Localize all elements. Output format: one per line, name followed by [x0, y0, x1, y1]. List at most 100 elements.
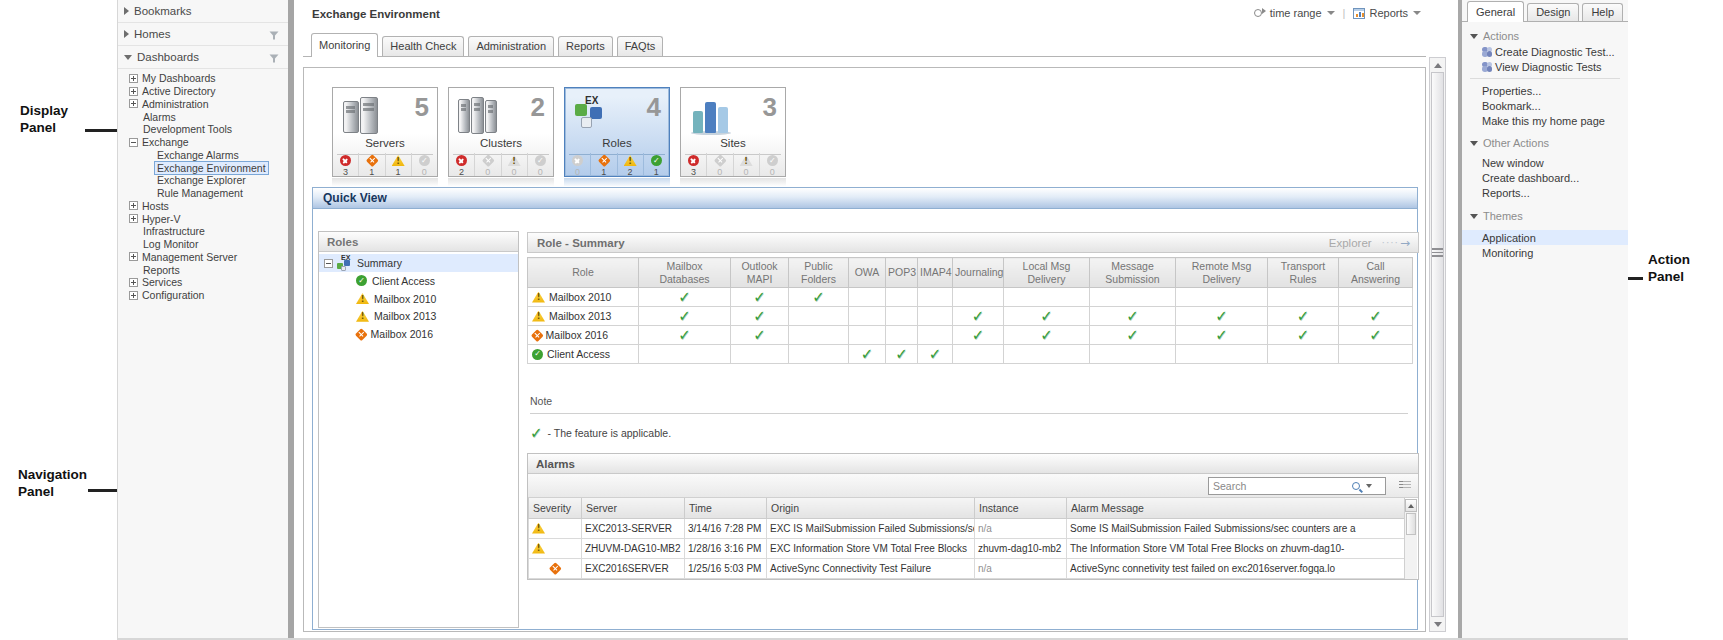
tile-clusters[interactable]: 2 Clusters 2 0 0 0	[448, 87, 554, 177]
expand-icon[interactable]	[129, 74, 138, 83]
theme-application[interactable]: Application	[1462, 230, 1628, 245]
alarms-scrollbar[interactable]	[1404, 499, 1417, 579]
tile-state-warning[interactable]: 0	[502, 153, 528, 176]
roles-tree-item-summary[interactable]: EX Summary	[319, 254, 518, 272]
splitter-grip-icon[interactable]	[1432, 248, 1443, 259]
scroll-thumb[interactable]	[1406, 513, 1416, 535]
roles-tree-item-client-access[interactable]: Client Access	[319, 272, 518, 290]
role-row-mailbox-2010[interactable]: Mailbox 2010	[528, 288, 1413, 307]
scroll-up-icon[interactable]	[1431, 59, 1444, 71]
tile-state-fatal[interactable]: 3	[333, 153, 359, 176]
tile-state-warning[interactable]: 1	[386, 153, 412, 176]
column-origin[interactable]: Origin	[767, 498, 975, 518]
scroll-thumb[interactable]	[1431, 72, 1444, 617]
column-severity[interactable]: Severity	[529, 498, 582, 518]
nav-item-active-directory[interactable]: Active Directory	[118, 85, 288, 98]
section-other-actions[interactable]: Other Actions	[1470, 137, 1628, 149]
main-scrollbar[interactable]	[1429, 57, 1446, 632]
expand-icon[interactable]	[129, 87, 138, 96]
role-row-mailbox-2013[interactable]: Mailbox 2013	[528, 307, 1413, 326]
alarm-row[interactable]: ZHUVM-DAG10-MB2 1/28/16 3:16 PM EXC Info…	[529, 538, 1405, 558]
expand-icon[interactable]	[129, 278, 138, 287]
customize-columns-icon[interactable]	[1399, 481, 1411, 491]
roles-tree-item-mailbox-2013[interactable]: Mailbox 2013	[319, 307, 518, 325]
tile-state-critical[interactable]: 1	[359, 153, 385, 176]
scroll-up-icon[interactable]	[1405, 499, 1417, 512]
reports-caret-icon[interactable]	[1413, 11, 1421, 15]
nav-item-reports[interactable]: Reports	[118, 263, 288, 276]
nav-item-log-monitor[interactable]: Log Monitor	[118, 238, 288, 251]
section-themes[interactable]: Themes	[1470, 210, 1628, 222]
expand-icon[interactable]	[129, 291, 138, 300]
column-instance[interactable]: Instance	[975, 498, 1067, 518]
tile-state-fatal[interactable]: 3	[681, 153, 707, 176]
tab-help[interactable]: Help	[1582, 3, 1623, 21]
tab-administration[interactable]: Administration	[468, 36, 554, 56]
scroll-down-icon[interactable]	[1431, 618, 1444, 630]
roles-tree-item-mailbox-2016[interactable]: Mailbox 2016	[319, 325, 518, 343]
alarm-row[interactable]: EXC2013-SERVER 3/14/16 7:28 PM EXC IS Ma…	[529, 518, 1405, 538]
nav-item-rule-management[interactable]: Rule Management	[118, 187, 288, 200]
action-reports[interactable]: Reports...	[1462, 185, 1628, 200]
nav-section-dashboards[interactable]: Dashboards	[118, 46, 288, 69]
nav-item-hosts[interactable]: Hosts	[118, 200, 288, 213]
theme-monitoring[interactable]: Monitoring	[1462, 245, 1628, 260]
action-new-window[interactable]: New window	[1462, 155, 1628, 170]
action-bookmark[interactable]: Bookmark...	[1462, 98, 1628, 113]
action-create-diagnostic-test[interactable]: Create Diagnostic Test...	[1462, 44, 1628, 59]
alarm-row[interactable]: EXC2016SERVER 1/25/16 5:03 PM ActiveSync…	[529, 558, 1405, 578]
tile-state-critical[interactable]: 0	[707, 153, 733, 176]
tile-state-critical[interactable]: 0	[475, 153, 501, 176]
nav-item-infrastructure[interactable]: Infrastructure	[118, 225, 288, 238]
expand-icon[interactable]	[129, 99, 138, 108]
tile-state-normal[interactable]: 0	[412, 153, 437, 176]
nav-item-services[interactable]: Services	[118, 276, 288, 289]
time-range-button[interactable]: time range	[1270, 7, 1322, 19]
reports-button[interactable]: Reports	[1369, 7, 1408, 19]
nav-item-exchange-environment[interactable]: Exchange Environment	[118, 161, 288, 174]
tile-servers[interactable]: 5 Servers 3 1 1 0	[332, 87, 438, 177]
column-alarm-message[interactable]: Alarm Message	[1067, 498, 1405, 518]
explorer-link[interactable]: Explorer	[1329, 237, 1372, 249]
tab-health-check[interactable]: Health Check	[382, 36, 464, 56]
filter-icon[interactable]	[269, 31, 279, 40]
nav-item-configuration[interactable]: Configuration	[118, 289, 288, 302]
nav-item-exchange[interactable]: Exchange	[118, 136, 288, 149]
tile-state-critical[interactable]: 1	[591, 153, 617, 176]
expand-icon[interactable]	[129, 214, 138, 223]
nav-item-development-tools[interactable]: Development Tools	[118, 123, 288, 136]
expand-icon[interactable]	[129, 201, 138, 210]
tile-state-normal[interactable]: 0	[528, 153, 553, 176]
explorer-arrow-icon[interactable]: →	[1400, 236, 1410, 250]
nav-item-administration[interactable]: Administration	[118, 98, 288, 111]
tab-reports[interactable]: Reports	[558, 36, 613, 56]
nav-item-exchange-explorer[interactable]: Exchange Explorer	[118, 174, 288, 187]
nav-item-exchange-alarms[interactable]: Exchange Alarms	[118, 149, 288, 162]
tab-general[interactable]: General	[1467, 1, 1524, 22]
tile-state-warning[interactable]: 0	[734, 153, 760, 176]
column-time[interactable]: Time	[685, 498, 767, 518]
column-server[interactable]: Server	[582, 498, 685, 518]
section-actions[interactable]: Actions	[1470, 30, 1628, 42]
tile-state-fatal[interactable]: 2	[449, 153, 475, 176]
nav-item-my-dashboards[interactable]: My Dashboards	[118, 72, 288, 85]
tab-monitoring[interactable]: Monitoring	[311, 33, 378, 57]
tile-state-warning[interactable]: 2	[618, 153, 644, 176]
tab-design[interactable]: Design	[1527, 3, 1579, 21]
nav-section-bookmarks[interactable]: Bookmarks	[118, 0, 288, 23]
roles-tree-item-mailbox-2010[interactable]: Mailbox 2010	[319, 290, 518, 308]
collapse-icon[interactable]	[324, 259, 333, 268]
nav-section-homes[interactable]: Homes	[118, 23, 288, 46]
tile-state-normal[interactable]: 0	[760, 153, 785, 176]
tile-roles[interactable]: EX 4 Roles 0 1 2 1	[564, 87, 670, 177]
action-make-home-page[interactable]: Make this my home page	[1462, 113, 1628, 128]
role-row-client-access[interactable]: Client Access	[528, 345, 1413, 364]
tab-faqts[interactable]: FAQts	[617, 36, 664, 56]
nav-item-alarms[interactable]: Alarms	[118, 110, 288, 123]
time-range-caret-icon[interactable]	[1327, 11, 1335, 15]
tile-state-fatal[interactable]: 0	[565, 153, 591, 176]
search-icon[interactable]	[1352, 482, 1360, 490]
search-options-caret-icon[interactable]	[1366, 484, 1372, 488]
tile-sites[interactable]: 3 Sites 3 0 0 0	[680, 87, 786, 177]
action-properties[interactable]: Properties...	[1462, 83, 1628, 98]
